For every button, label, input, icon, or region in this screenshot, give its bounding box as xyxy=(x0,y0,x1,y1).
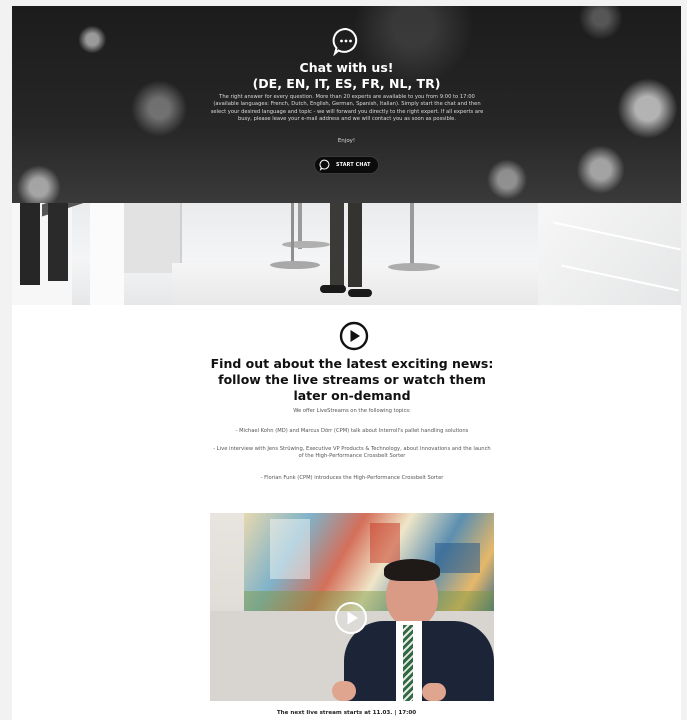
chat-hero-banner: Chat with us! (DE, EN, IT, ES, FR, NL, T… xyxy=(12,6,681,203)
start-chat-button[interactable]: START CHAT xyxy=(314,156,379,174)
news-topic-2: - Live interview with Jens Strüwing, Exe… xyxy=(213,446,491,460)
live-stream-caption: The next live stream starts at 11.03. | … xyxy=(276,710,417,716)
office-photo xyxy=(12,203,681,305)
chat-languages: (DE, EN, IT, ES, FR, NL, TR) xyxy=(252,76,441,91)
news-heading: Find out about the latest exciting news:… xyxy=(210,356,494,403)
page: Chat with us! (DE, EN, IT, ES, FR, NL, T… xyxy=(12,6,681,720)
news-topic-1: - Michael Kohn (MD) and Marcus Dörr (CPM… xyxy=(235,428,469,434)
chat-bubble-icon xyxy=(332,27,358,56)
video-player[interactable] xyxy=(210,513,494,701)
chat-description: The right answer for every question. Mor… xyxy=(210,94,484,123)
video-play-icon[interactable] xyxy=(334,601,368,635)
chat-icon xyxy=(319,159,330,171)
play-circle-icon[interactable] xyxy=(339,321,369,351)
start-chat-label: START CHAT xyxy=(336,162,371,168)
chat-title: Chat with us! xyxy=(299,60,394,75)
news-topic-3: - Florian Funk (CPM) introduces the High… xyxy=(260,475,444,481)
chat-enjoy-text: Enjoy! xyxy=(337,138,356,144)
news-intro: We offer LiveStreams on the following to… xyxy=(293,408,411,414)
